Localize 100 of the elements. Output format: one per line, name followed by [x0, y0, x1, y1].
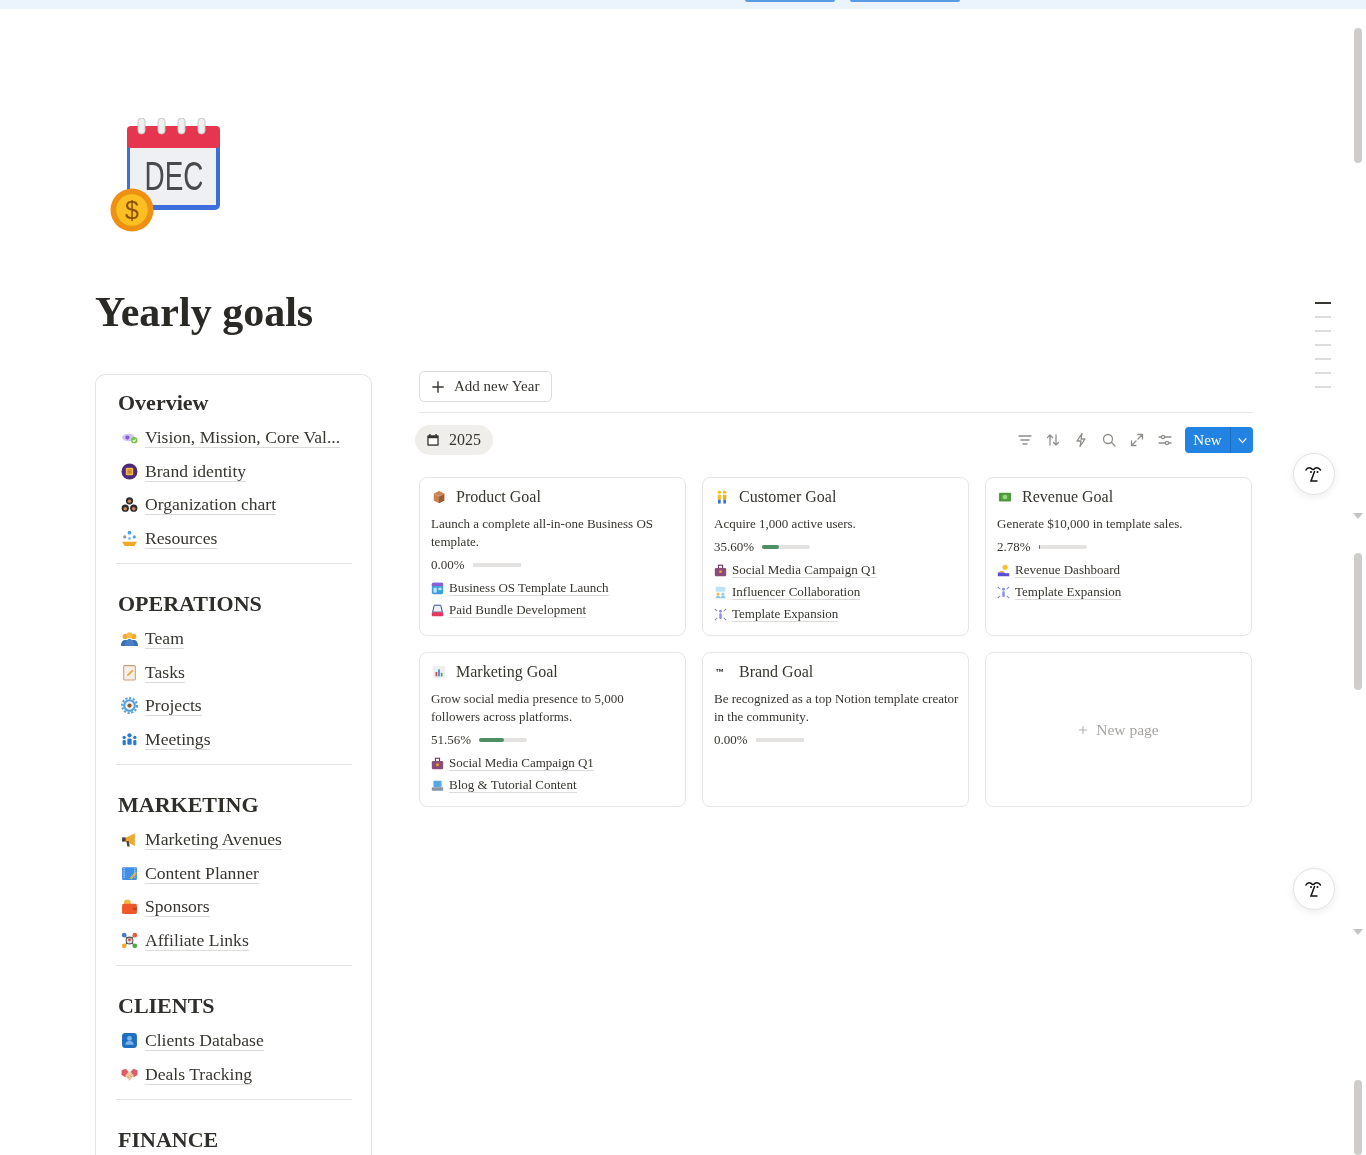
page-link[interactable]: Tasks: [145, 661, 185, 683]
tray-icon: [431, 603, 444, 617]
wallet-icon: [121, 898, 138, 916]
person-arrows-icon: [714, 607, 727, 621]
gear-icon: [121, 697, 138, 715]
dropdown-button[interactable]: [1230, 427, 1253, 453]
goal-description: Launch a complete all-in-one Business OS template.: [431, 515, 655, 551]
outline-marker[interactable]: [1315, 330, 1331, 332]
related-link[interactable]: Business OS Template Launch: [449, 580, 609, 596]
team-icon: [121, 630, 138, 648]
badge-icon: [121, 462, 138, 480]
laptop-icon: [431, 778, 444, 792]
goal-card[interactable]: ™ Brand Goal Be recognized as a top Notion template creator in the community. 0.00%: [702, 652, 969, 807]
person-arrows-icon: [997, 585, 1010, 599]
plus-icon: [1078, 724, 1089, 735]
section-heading: CLIENTS: [118, 992, 215, 1020]
box-icon: [432, 490, 446, 504]
goal-title: Revenue Goal: [1022, 487, 1114, 507]
related-link[interactable]: Template Expansion: [732, 606, 839, 622]
goal-description: Grow social media presence to 5,000 followers across platforms.: [431, 690, 625, 726]
clipboard-icon: [121, 663, 138, 681]
group-icon: [121, 730, 138, 748]
view-tab[interactable]: 2025: [415, 425, 493, 455]
people-icon: [715, 490, 729, 504]
outline-marker[interactable]: [1315, 358, 1331, 360]
new-button[interactable]: New: [1185, 427, 1230, 453]
goal-title: Customer Goal: [739, 487, 837, 507]
progress-value: 0.00%: [714, 732, 748, 748]
page-link[interactable]: Vision, Mission, Core Val...: [145, 427, 341, 449]
goal-title: Marketing Goal: [456, 662, 558, 682]
page-title: Yearly goals: [95, 288, 314, 336]
scroll-down-icon[interactable]: [1353, 929, 1363, 935]
section-heading: FINANCE: [118, 1126, 219, 1154]
outline-marker[interactable]: [1315, 344, 1331, 346]
related-link[interactable]: Influencer Collaboration: [732, 584, 861, 600]
goal-card[interactable]: Customer Goal Acquire 1,000 active users. 35.60% Social Media Campaign Q1 Influencer Collaboration Template Expansion: [702, 477, 969, 636]
briefcase-icon: [714, 563, 727, 577]
related-link[interactable]: Blog & Tutorial Content: [449, 777, 577, 793]
sliders-icon[interactable]: [1157, 432, 1173, 448]
page-link[interactable]: Projects: [145, 695, 202, 717]
page-link[interactable]: Brand identity: [145, 460, 247, 482]
scrollbar-thumb[interactable]: [1354, 28, 1362, 163]
related-link[interactable]: Paid Bundle Development: [449, 602, 587, 618]
bowl-dots-icon: [121, 529, 138, 547]
scrollbar-thumb[interactable]: [1354, 553, 1362, 690]
outline-marker[interactable]: [1315, 316, 1331, 318]
goal-card[interactable]: Product Goal Launch a complete all-in-one Business OS template. 0.00% Business OS Template Launch Paid Bundle Development: [419, 477, 686, 636]
outline-marker[interactable]: [1315, 302, 1331, 304]
progress-value: 0.00%: [431, 557, 465, 573]
goal-description: Be recognized as a top Notion template creator in the community.: [714, 690, 959, 726]
sort-icon[interactable]: [1045, 432, 1061, 448]
assistant-button[interactable]: [1293, 868, 1335, 910]
page-link[interactable]: Clients Database: [145, 1030, 264, 1052]
section-heading: Overview: [118, 389, 209, 417]
bar-chart-icon: [432, 665, 446, 679]
section-heading: MARKETING: [118, 791, 259, 819]
goal-card[interactable]: Marketing Goal Grow social media presence to 5,000 followers across platforms. 51.56% Social Media Campaign Q1 Blog & Tutorial Content: [419, 652, 686, 807]
goal-title: Product Goal: [456, 487, 541, 507]
plus-icon: [431, 379, 445, 394]
goal-description: Acquire 1,000 active users.: [714, 515, 857, 533]
people-icon: [121, 496, 138, 514]
assistant-button[interactable]: [1293, 453, 1335, 495]
page-link[interactable]: Meetings: [145, 728, 211, 750]
trademark-symbol: ™: [715, 666, 725, 678]
megaphone-icon: [121, 831, 138, 849]
layout-icon: [431, 581, 444, 595]
people-chat-icon: [714, 585, 727, 599]
filter-icon[interactable]: [1017, 432, 1033, 448]
related-link[interactable]: Social Media Campaign Q1: [449, 755, 594, 771]
page-link[interactable]: Marketing Avenues: [145, 829, 282, 851]
contact-icon: [121, 1032, 138, 1050]
page-link[interactable]: Team: [145, 628, 184, 650]
search-icon[interactable]: [1101, 432, 1117, 448]
progress-value: 35.60%: [714, 539, 755, 555]
progress-value: 51.56%: [431, 732, 472, 748]
page-link[interactable]: Affiliate Links: [145, 929, 249, 951]
add-year-button[interactable]: Add new Year: [419, 371, 553, 402]
briefcase-icon: [431, 756, 444, 770]
calendar-icon: [426, 433, 440, 447]
page-link[interactable]: Deals Tracking: [145, 1063, 253, 1085]
progress-value: 2.78%: [997, 539, 1031, 555]
goal-card[interactable]: Revenue Goal Generate $10,000 in template sales. 2.78% Revenue Dashboard Template Expansion: [985, 477, 1252, 636]
film-pencil-icon: [121, 864, 138, 882]
goal-description: Generate $10,000 in template sales.: [997, 515, 1184, 533]
scrollbar-thumb[interactable]: [1354, 1080, 1362, 1155]
related-link[interactable]: Template Expansion: [1015, 584, 1122, 600]
page-link[interactable]: Organization chart: [145, 494, 277, 516]
page-link[interactable]: Sponsors: [145, 896, 210, 918]
section-heading: OPERATIONS: [118, 590, 262, 618]
goal-title: Brand Goal: [739, 662, 814, 682]
related-link[interactable]: Social Media Campaign Q1: [732, 562, 877, 578]
outline-marker[interactable]: [1315, 386, 1331, 388]
page-link[interactable]: Resources: [145, 527, 218, 549]
outline-marker[interactable]: [1315, 372, 1331, 374]
page-link[interactable]: Content Planner: [145, 862, 259, 884]
network-icon: [121, 931, 138, 949]
scroll-down-icon[interactable]: [1353, 513, 1363, 519]
expand-icon[interactable]: [1129, 432, 1145, 448]
related-link[interactable]: Revenue Dashboard: [1015, 562, 1121, 578]
banknote-icon: [998, 490, 1012, 504]
